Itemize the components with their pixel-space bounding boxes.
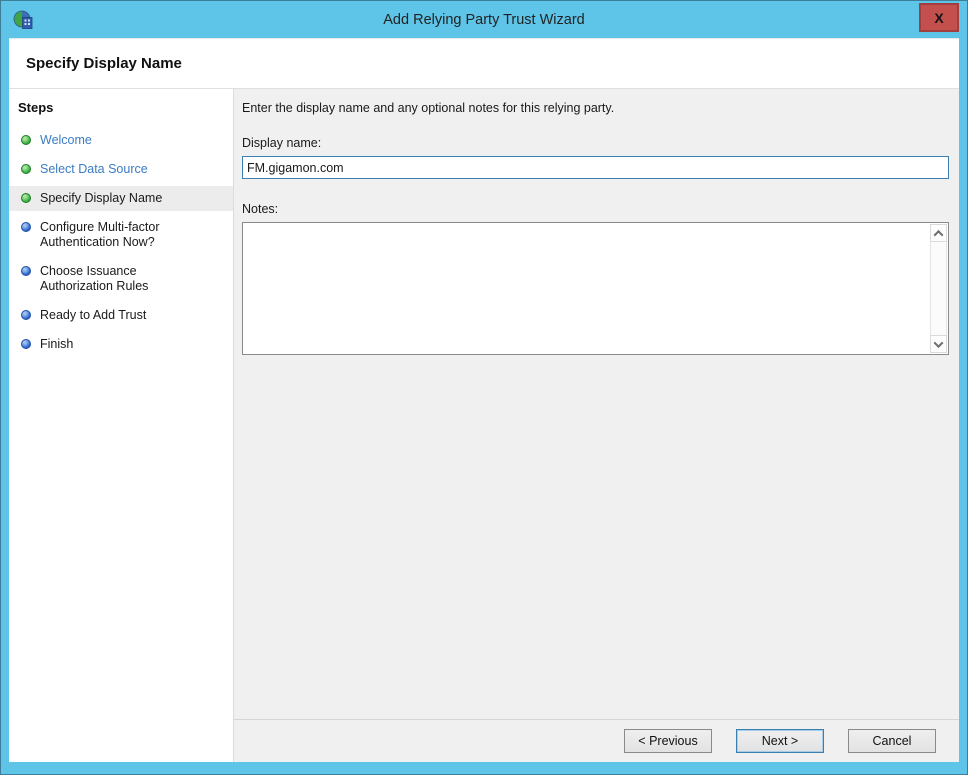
step-status-icon <box>21 339 31 349</box>
step-status-icon <box>21 266 31 276</box>
sidebar-item-label: Choose Issuance Authorization Rules <box>40 264 149 293</box>
steps-sidebar: Steps Welcome Select Data Source Specify… <box>9 89 234 762</box>
step-status-icon <box>21 164 31 174</box>
notes-textarea[interactable] <box>242 222 949 355</box>
step-status-icon <box>21 193 31 203</box>
scroll-up-button[interactable] <box>930 224 947 242</box>
sidebar-item-label: Ready to Add Trust <box>40 308 147 322</box>
scroll-down-button[interactable] <box>930 335 947 353</box>
notes-scrollbar[interactable] <box>930 224 947 353</box>
wizard-footer: < Previous Next > Cancel <box>234 719 959 762</box>
wizard-dialog: Specify Display Name Steps Welcome Selec… <box>9 38 959 762</box>
chevron-up-icon <box>933 229 944 240</box>
sidebar-item-choose-issuance-rules: Choose Issuance Authorization Rules <box>9 259 233 299</box>
sidebar-item-label: Welcome <box>40 133 92 147</box>
display-name-label: Display name: <box>242 136 322 150</box>
titlebar[interactable]: Add Relying Party Trust Wizard X <box>1 1 967 38</box>
sidebar-item-label: Configure Multi-factor Authentication No… <box>40 220 160 249</box>
page-title: Specify Display Name <box>26 55 182 72</box>
sidebar-item-welcome[interactable]: Welcome <box>9 128 233 153</box>
sidebar-item-label: Specify Display Name <box>40 191 163 205</box>
wizard-window: Add Relying Party Trust Wizard X Specify… <box>0 0 968 775</box>
step-status-icon <box>21 222 31 232</box>
page-content: Enter the display name and any optional … <box>234 89 959 762</box>
window-title: Add Relying Party Trust Wizard <box>383 11 585 28</box>
sidebar-item-specify-display-name: Specify Display Name <box>9 186 233 211</box>
sidebar-item-select-data-source[interactable]: Select Data Source <box>9 157 233 182</box>
step-status-icon <box>21 135 31 145</box>
close-icon: X <box>934 9 944 26</box>
display-name-input[interactable] <box>242 156 949 179</box>
close-button[interactable]: X <box>919 3 959 32</box>
sidebar-item-label: Finish <box>40 337 74 351</box>
step-status-icon <box>21 310 31 320</box>
sidebar-item-configure-mfa: Configure Multi-factor Authentication No… <box>9 215 233 255</box>
chevron-down-icon <box>933 337 944 348</box>
sidebar-item-label: Select Data Source <box>40 162 148 176</box>
cancel-button[interactable]: Cancel <box>848 729 936 753</box>
notes-label: Notes: <box>242 202 279 216</box>
notes-text[interactable] <box>243 223 929 354</box>
previous-button[interactable]: < Previous <box>624 729 712 753</box>
steps-heading: Steps <box>18 100 54 115</box>
next-button[interactable]: Next > <box>736 729 824 753</box>
sidebar-item-finish: Finish <box>9 332 233 357</box>
sidebar-item-ready-to-add-trust: Ready to Add Trust <box>9 303 233 328</box>
page-header: Specify Display Name <box>9 39 959 89</box>
instruction-text: Enter the display name and any optional … <box>242 101 615 115</box>
